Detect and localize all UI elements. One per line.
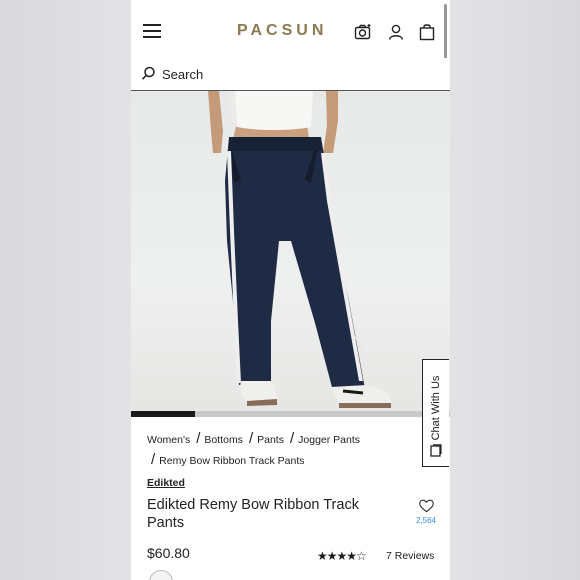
reviews-link[interactable]: 7 Reviews — [386, 550, 434, 562]
breadcrumb: Women's / Bottoms / Pants / Jogger Pants / Remy… — [147, 430, 361, 468]
breadcrumb-pants[interactable]: Pants — [257, 434, 284, 446]
heart-icon — [418, 499, 434, 513]
breadcrumb-bottoms[interactable]: Bottoms — [204, 434, 243, 446]
model-wearing-pants-image — [208, 91, 392, 408]
gallery-progress-fill — [131, 411, 195, 417]
breadcrumb-womens[interactable]: Women's — [147, 434, 190, 446]
camera-search-icon[interactable] — [354, 23, 372, 41]
chat-with-us-button[interactable]: Chat With Us — [422, 359, 449, 467]
pacsun-logo[interactable]: PACSUN — [237, 22, 327, 40]
gallery-progress-track[interactable] — [131, 411, 450, 417]
search-label: Search — [162, 67, 204, 82]
scrollbar-thumb[interactable] — [444, 4, 447, 59]
chat-label: Chat With Us — [430, 375, 442, 441]
breadcrumb-current-product[interactable]: Remy Bow Ribbon Track Pants — [159, 455, 304, 467]
product-title: Edikted Remy Bow Ribbon Track Pants — [147, 497, 359, 531]
search-bar[interactable]: Search — [131, 58, 450, 91]
wishlist-button[interactable]: 2,564 — [414, 499, 438, 525]
breadcrumb-jogger-pants[interactable]: Jogger Pants — [298, 434, 360, 446]
star-rating-icons: ★★★★☆ — [317, 549, 367, 563]
phone-screen: PACSUN Search Chat With Us Women's / Bot… — [131, 0, 450, 580]
wishlist-count: 2,564 — [415, 516, 437, 525]
payment-option-icon[interactable] — [149, 570, 173, 580]
brand-link[interactable]: Edikted — [147, 477, 185, 489]
rating-summary[interactable]: ★★★★☆ 7 Reviews — [317, 549, 449, 563]
site-header: PACSUN — [131, 0, 450, 59]
hamburger-menu-icon[interactable] — [143, 24, 161, 38]
chat-bubble-icon — [430, 444, 442, 457]
product-price: $60.80 — [147, 545, 190, 561]
search-icon — [141, 66, 155, 80]
shopping-bag-icon[interactable] — [418, 23, 436, 41]
product-image[interactable] — [131, 91, 450, 411]
account-icon[interactable] — [387, 23, 405, 41]
